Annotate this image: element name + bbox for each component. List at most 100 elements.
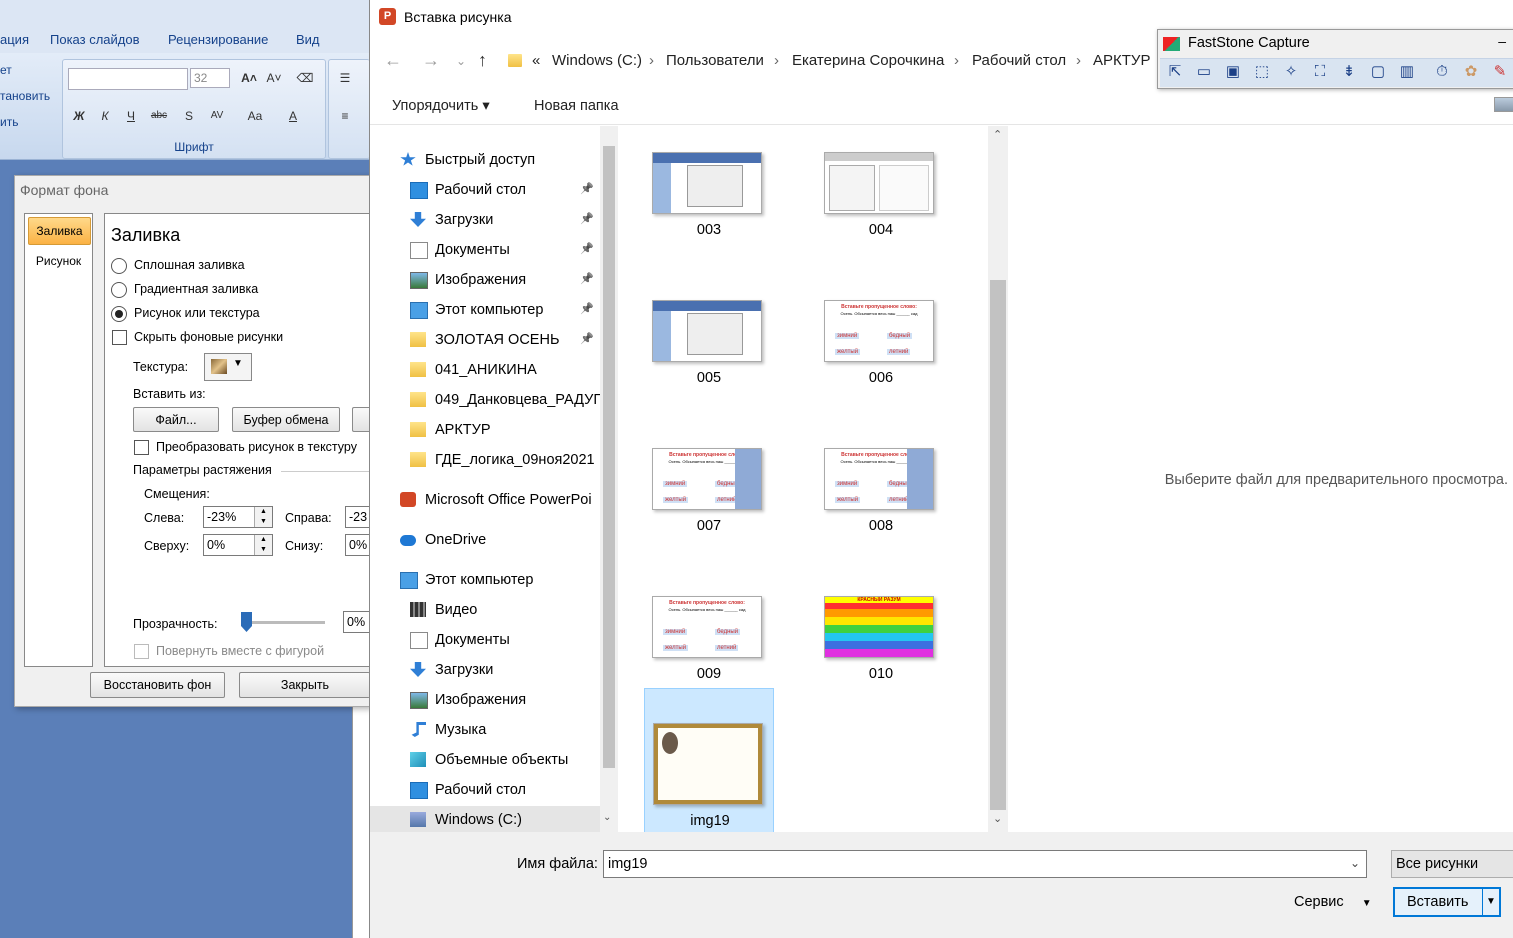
nav-item[interactable]: Загрузки 📌: [370, 206, 600, 236]
top-offset-spinner[interactable]: 0% ▲ ▼: [203, 534, 273, 556]
shadow-icon[interactable]: S: [179, 106, 199, 126]
file-item[interactable]: 005: [644, 276, 774, 422]
nav-item[interactable]: 049_Данковцева_РАДУГ: [370, 386, 601, 416]
insert-button[interactable]: Вставить ▼: [1393, 887, 1501, 917]
underline-icon[interactable]: Ч: [121, 106, 141, 126]
nav-item[interactable]: ГДЕ_логика_09ноя2021: [370, 446, 600, 476]
scroll-down-icon[interactable]: ⌄: [993, 812, 1002, 825]
clear-format-icon[interactable]: ⌫: [295, 68, 315, 88]
nav-item[interactable]: Рабочий стол 📌: [370, 176, 600, 206]
category-fill[interactable]: Заливка: [28, 217, 91, 245]
capture-fullscreen-icon[interactable]: ⛶: [1310, 62, 1330, 82]
pin-icon[interactable]: 📌: [580, 332, 594, 345]
new-folder-button[interactable]: Новая папка: [534, 98, 619, 114]
bullets-icon[interactable]: ☰: [335, 68, 355, 88]
minimize-icon[interactable]: –: [1498, 33, 1506, 49]
scroll-down-icon[interactable]: ⌄: [603, 812, 611, 823]
filetype-select[interactable]: Все рисунки: [1391, 850, 1513, 878]
ribbon-item[interactable]: ить: [0, 115, 18, 129]
grow-font-icon[interactable]: A˄: [239, 68, 259, 88]
nav-item[interactable]: ЗОЛОТАЯ ОСЕНЬ 📌: [370, 326, 600, 356]
file-item[interactable]: Вставьте пропущенное слово: Осень. Обсыпа…: [644, 424, 774, 570]
radio-picture-fill[interactable]: [111, 306, 127, 322]
strikethrough-icon[interactable]: abc: [149, 106, 169, 126]
scroll-up-icon[interactable]: ⌃: [993, 128, 1002, 141]
clipboard-button[interactable]: Буфер обмена: [232, 407, 340, 432]
breadcrumb-overflow[interactable]: «: [532, 52, 540, 69]
files-scrollbar[interactable]: ⌃ ⌄: [988, 126, 1008, 832]
breadcrumb-item[interactable]: Пользователи: [666, 52, 764, 69]
file-item[interactable]: КРАСНЫЙ РАЗУМ 010: [816, 572, 946, 718]
nav-item[interactable]: Видео: [370, 596, 600, 626]
nav-item[interactable]: Изображения: [370, 686, 600, 716]
pin-icon[interactable]: 📌: [580, 272, 594, 285]
case-icon[interactable]: Aa: [245, 106, 265, 126]
close-button[interactable]: Закрыть: [239, 672, 370, 698]
italic-icon[interactable]: К: [95, 106, 115, 126]
recent-chevron-icon[interactable]: ⌄: [456, 54, 466, 68]
nav-item[interactable]: АРКТУР: [370, 416, 600, 446]
font-name-input[interactable]: [68, 68, 188, 90]
nav-item[interactable]: Microsoft Office PowerPoi: [370, 486, 600, 516]
spacing-icon[interactable]: AV: [207, 106, 227, 126]
capture-object-icon[interactable]: ▣: [1223, 62, 1243, 82]
settings-icon[interactable]: ✎: [1490, 62, 1510, 82]
scroll-thumb[interactable]: [603, 146, 615, 768]
open-icon[interactable]: ⇱: [1165, 62, 1185, 82]
rotate-with-shape-checkbox[interactable]: [134, 644, 149, 659]
file-item[interactable]: 003: [644, 128, 774, 274]
chevron-down-icon[interactable]: ⌄: [1350, 856, 1360, 870]
radio-gradient-fill[interactable]: [111, 282, 127, 298]
breadcrumb-item[interactable]: Рабочий стол: [972, 52, 1066, 69]
up-arrow-icon[interactable]: ↑: [478, 50, 487, 71]
nav-item[interactable]: OneDrive: [370, 526, 600, 556]
tab-animation[interactable]: ация: [0, 32, 29, 47]
transparency-input[interactable]: 0%: [343, 611, 371, 633]
capture-scrolling-icon[interactable]: ⇟: [1339, 62, 1359, 82]
nav-item[interactable]: Объемные объекты: [370, 746, 600, 776]
tools-menu[interactable]: Сервис ▼: [1294, 894, 1372, 910]
view-options-icon[interactable]: [1494, 97, 1513, 112]
pin-icon[interactable]: 📌: [580, 182, 594, 195]
nav-item[interactable]: Изображения 📌: [370, 266, 600, 296]
file-item[interactable]: img19: [644, 688, 774, 834]
nav-item[interactable]: Музыка: [370, 716, 600, 746]
nav-item[interactable]: Загрузки: [370, 656, 600, 686]
breadcrumb-item[interactable]: АРКТУР: [1093, 52, 1150, 69]
organize-button[interactable]: Упорядочить ▾: [392, 98, 490, 114]
file-item[interactable]: 004: [816, 128, 946, 274]
breadcrumb-item[interactable]: Екатерина Сорочкина: [792, 52, 944, 69]
file-item[interactable]: Вставьте пропущенное слово: Осень. Обсыпа…: [816, 424, 946, 570]
tab-review[interactable]: Рецензирование: [168, 32, 268, 47]
tab-slideshow[interactable]: Показ слайдов: [50, 32, 140, 47]
pin-icon[interactable]: 📌: [580, 302, 594, 315]
breadcrumb-item[interactable]: Windows (C:): [552, 52, 642, 69]
filename-input[interactable]: img19 ⌄: [603, 850, 1367, 878]
nav-item[interactable]: Этот компьютер: [370, 566, 600, 596]
bold-icon[interactable]: Ж: [69, 106, 89, 126]
slider-thumb[interactable]: [241, 612, 252, 632]
convert-texture-checkbox[interactable]: [134, 440, 149, 455]
right-offset-spinner[interactable]: -23: [345, 506, 371, 528]
spinner-arrows-icon[interactable]: ▲ ▼: [254, 507, 272, 527]
file-item[interactable]: Вставьте пропущенное слово: Осень. Обсыпа…: [816, 276, 946, 422]
nav-item[interactable]: Быстрый доступ: [370, 146, 600, 176]
align-left-icon[interactable]: ≡: [335, 106, 355, 126]
capture-fixed-region-icon[interactable]: ▢: [1368, 62, 1388, 82]
hide-background-checkbox[interactable]: [112, 330, 127, 345]
left-offset-spinner[interactable]: -23% ▲ ▼: [203, 506, 273, 528]
nav-item[interactable]: Этот компьютер 📌: [370, 296, 600, 326]
spinner-arrows-icon[interactable]: ▲ ▼: [254, 535, 272, 555]
font-color-icon[interactable]: A: [283, 106, 303, 126]
nav-scrollbar[interactable]: ⌄: [600, 126, 618, 832]
texture-dropdown[interactable]: ▼: [204, 353, 252, 381]
shrink-font-icon[interactable]: A˅: [264, 68, 284, 88]
pin-icon[interactable]: 📌: [580, 212, 594, 225]
dropdown-arrow-icon[interactable]: ▼: [1482, 889, 1499, 915]
scroll-thumb[interactable]: [990, 280, 1006, 810]
ribbon-item[interactable]: ет: [0, 63, 12, 77]
nav-item[interactable]: Документы: [370, 626, 600, 656]
transparency-slider[interactable]: [243, 621, 325, 624]
nav-item[interactable]: Рабочий стол: [370, 776, 600, 806]
nav-item[interactable]: 041_АНИКИНА: [370, 356, 600, 386]
